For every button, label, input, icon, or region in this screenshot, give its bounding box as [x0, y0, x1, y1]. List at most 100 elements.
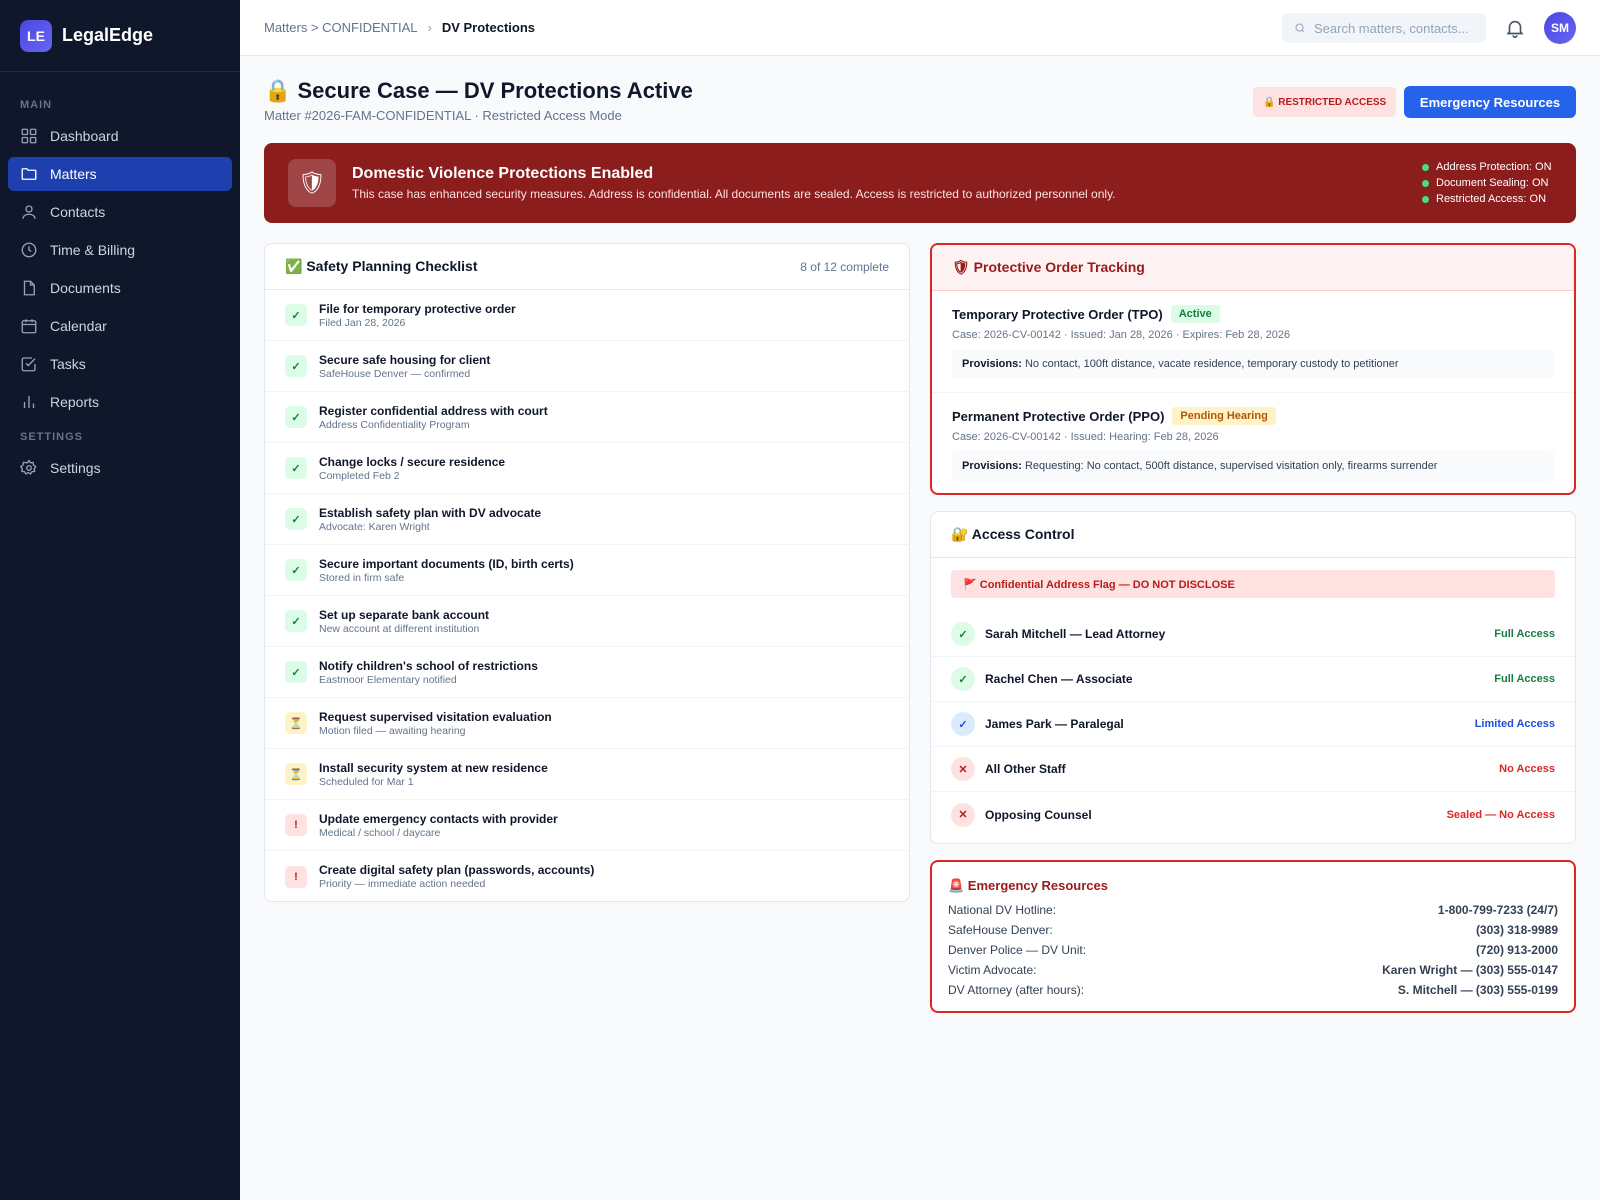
access-row[interactable]: ✓ Sarah Mitchell — Lead Attorney Full Acce… — [931, 612, 1575, 657]
order-title-row: Permanent Protective Order (PPO) Pending… — [952, 407, 1554, 425]
access-level[interactable]: Sealed — No Access — [1447, 809, 1555, 821]
confidential-address-flag: 🚩 Confidential Address Flag — DO NOT DIS… — [951, 570, 1555, 598]
check-icon: ✓ — [285, 508, 307, 530]
access-level[interactable]: No Access — [1499, 763, 1555, 775]
access-title: 🔐 Access Control — [951, 526, 1075, 542]
access-row[interactable]: ✕ All Other Staff No Access — [931, 747, 1575, 792]
access-level[interactable]: Limited Access — [1475, 718, 1555, 730]
orders-title: 🛡 Protective Order Tracking — [952, 259, 1145, 275]
checklist-item-text: Update emergency contacts with provider M… — [319, 812, 558, 839]
checklist-item-text: Change locks / secure residence Completed… — [319, 455, 505, 482]
order-ppo[interactable]: Permanent Protective Order (PPO) Pending… — [932, 392, 1574, 493]
emergency-resources-card: 🚨 Emergency Resources National DV Hotlin… — [930, 860, 1576, 1013]
access-row[interactable]: ✓ James Park — Paralegal Limited Access — [931, 702, 1575, 747]
breadcrumb-separator: › — [427, 20, 432, 35]
resource-label: SafeHouse Denver: — [948, 923, 1053, 937]
order-tpo[interactable]: Temporary Protective Order (TPO) Active … — [932, 291, 1574, 392]
sidebar-item-dashboard[interactable]: Dashboard — [8, 119, 232, 153]
sidebar-item-label: Contacts — [50, 204, 106, 220]
checklist-header: ✅ Safety Planning Checklist 8 of 12 comp… — [265, 244, 909, 290]
brand[interactable]: LE LegalEdge — [0, 0, 240, 72]
checklist-item-title: Establish safety plan with DV advocate — [319, 505, 542, 520]
avatar[interactable]: SM — [1544, 12, 1576, 44]
checklist-item-text: Secure important documents (ID, birth ce… — [319, 557, 574, 584]
status-dot — [1422, 163, 1429, 171]
clock-icon — [21, 242, 37, 258]
breadcrumb-parent[interactable]: Matters > CONFIDENTIAL — [264, 20, 418, 35]
resource-contact[interactable]: 1-800-799-7233 (24/7) — [1438, 903, 1558, 917]
checklist-item-subtitle: Filed Jan 28, 2026 — [319, 316, 406, 329]
resource-label: National DV Hotline: — [948, 903, 1057, 917]
access-level[interactable]: Full Access — [1494, 628, 1555, 640]
access-control-card: 🔐 Access Control 🚩 Confidential Address … — [930, 511, 1576, 844]
check-icon: ✓ — [285, 610, 307, 632]
access-row[interactable]: ✕ Opposing Counsel Sealed — No Access — [931, 792, 1575, 837]
checklist-item[interactable]: ✓ Register confidential address with cour… — [265, 392, 909, 443]
restricted-access-badge: 🔒 RESTRICTED ACCESS — [1253, 87, 1397, 117]
search-box[interactable] — [1282, 13, 1486, 43]
checklist-item-title: Set up separate bank account — [319, 607, 490, 622]
checklist-item[interactable]: ✓ Secure important documents (ID, birth c… — [265, 545, 909, 596]
search-input[interactable] — [1314, 20, 1474, 36]
emergency-resources-button[interactable]: Emergency Resources — [1404, 86, 1576, 118]
provisions-label: Provisions: — [962, 358, 1022, 370]
user-icon — [22, 205, 36, 219]
checklist-item[interactable]: ⏳ Request supervised visitation evaluatio… — [265, 698, 909, 749]
sidebar-item-contacts[interactable]: Contacts — [8, 195, 232, 229]
checklist-item[interactable]: ! Update emergency contacts with provider… — [265, 800, 909, 851]
checklist-item[interactable]: ⏳ Install security system at new residenc… — [265, 749, 909, 800]
sidebar-item-reports[interactable]: Reports — [8, 385, 232, 419]
check-icon: ✓ — [285, 457, 307, 479]
checklist-item[interactable]: ✓ Secure safe housing for client SafeHouse… — [265, 341, 909, 392]
resource-row: Denver Police — DV Unit: (720) 913-2000 — [948, 940, 1558, 960]
checklist-item[interactable]: ✓ File for temporary protective order File… — [265, 290, 909, 341]
resource-label: Victim Advocate: — [948, 963, 1037, 977]
sidebar-item-label: Dashboard — [50, 128, 119, 144]
checklist-item-subtitle: Medical / school / daycare — [319, 826, 441, 839]
checklist-item[interactable]: ✓ Set up separate bank account New account… — [265, 596, 909, 647]
alert-icon: ! — [285, 814, 307, 836]
resource-contact[interactable]: (303) 318-9989 — [1476, 923, 1558, 937]
provisions-label: Provisions: — [962, 460, 1022, 472]
check-icon: ✓ — [285, 406, 307, 428]
checklist-item-title: Secure important documents (ID, birth ce… — [319, 556, 574, 571]
sidebar-item-documents[interactable]: Documents — [8, 271, 232, 305]
safety-checklist-card: ✅ Safety Planning Checklist 8 of 12 comp… — [264, 243, 910, 902]
file-icon — [23, 280, 35, 296]
checklist-item-text: File for temporary protective order Filed… — [319, 302, 516, 329]
check-icon: ✓ — [951, 622, 975, 646]
sidebar-item-tasks[interactable]: Tasks — [8, 347, 232, 381]
status-badge: Pending Hearing — [1172, 407, 1276, 425]
sidebar-item-matters[interactable]: Matters — [8, 157, 232, 191]
checklist-item[interactable]: ✓ Notify children's school of restriction… — [265, 647, 909, 698]
checklist-item-subtitle: Priority — immediate action needed — [319, 878, 486, 890]
x-icon: ✕ — [951, 802, 975, 827]
resources-title: 🚨 Emergency Resources — [948, 878, 1108, 893]
checklist-item-title: Notify children's school of restrictions — [319, 658, 538, 673]
sidebar-item-time-billing[interactable]: Time & Billing — [8, 233, 232, 267]
hourglass-icon: ⏳ — [285, 712, 307, 734]
breadcrumb: Matters > CONFIDENTIAL › DV Protections — [264, 20, 535, 35]
status-address-protection: Address Protection: ON — [1422, 159, 1552, 175]
access-level[interactable]: Full Access — [1494, 673, 1555, 685]
resource-contact[interactable]: Karen Wright — (303) 555-0147 — [1382, 963, 1558, 977]
status-restricted-access: Restricted Access: ON — [1422, 191, 1552, 207]
checklist-item-text: Request supervised visitation evaluation… — [319, 710, 552, 737]
sidebar-item-settings[interactable]: Settings — [8, 451, 232, 485]
checklist-item-title: Create digital safety plan (passwords, a… — [319, 863, 595, 877]
status-label: Address Protection: ON — [1436, 161, 1552, 173]
nav-section-main: MAIN — [20, 99, 53, 111]
sidebar-item-label: Reports — [50, 394, 100, 410]
checklist-progress: 8 of 12 complete — [800, 259, 889, 274]
checklist-item[interactable]: ✓ Change locks / secure residence Complete… — [265, 443, 909, 494]
checklist-item[interactable]: ! Create digital safety plan (passwords, … — [265, 851, 909, 902]
grid-icon — [21, 128, 37, 144]
checklist-item[interactable]: ✓ Establish safety plan with DV advocate A… — [265, 494, 909, 545]
order-provisions: Provisions: No contact, 100ft distance, … — [952, 349, 1554, 379]
access-row[interactable]: ✓ Rachel Chen — Associate Full Access — [931, 657, 1575, 702]
resource-contact[interactable]: S. Mitchell — (303) 555-0199 — [1398, 983, 1558, 997]
bell-icon[interactable] — [1504, 17, 1526, 39]
sidebar-item-calendar[interactable]: Calendar — [8, 309, 232, 343]
resource-contact[interactable]: (720) 913-2000 — [1476, 943, 1558, 957]
sidebar-item-label: Tasks — [50, 356, 86, 372]
